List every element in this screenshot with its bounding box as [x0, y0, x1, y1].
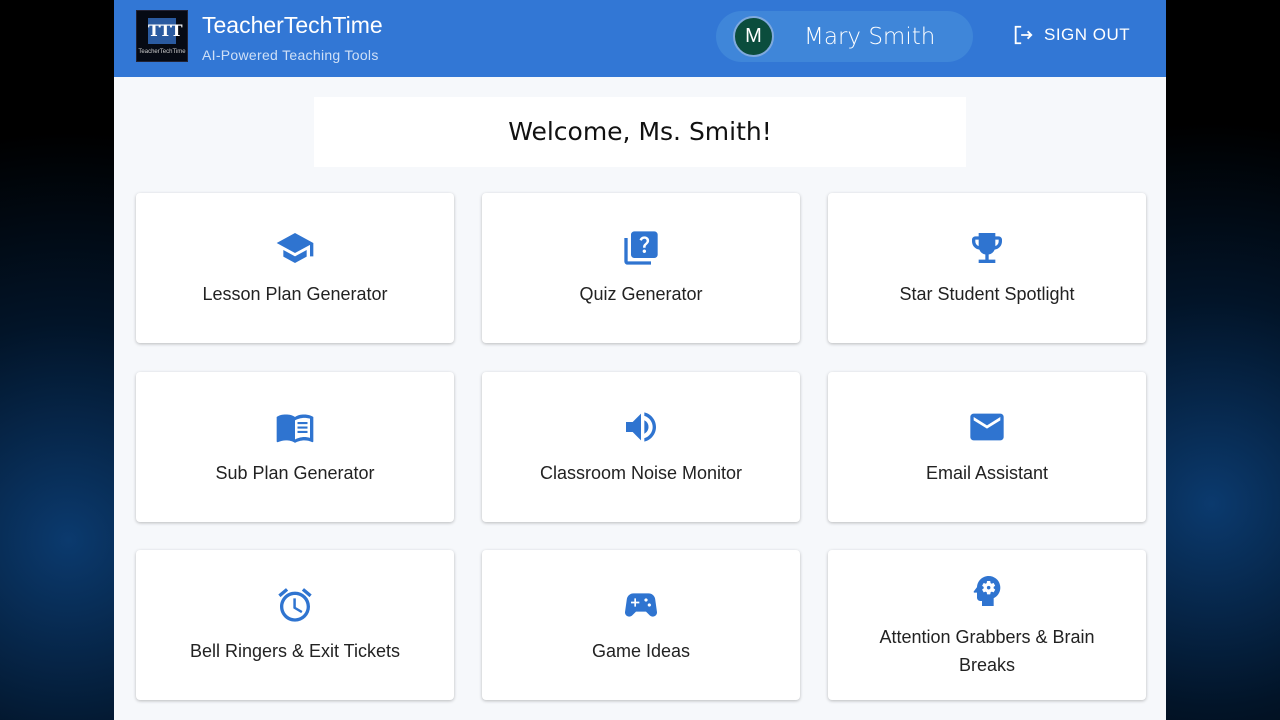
tool-label: Lesson Plan Generator: [202, 284, 388, 304]
volume-icon: [626, 412, 656, 442]
quiz-icon: [624, 231, 658, 265]
user-chip[interactable]: M Mary Smith: [716, 11, 973, 62]
trophy-icon: [972, 233, 1002, 263]
tool-label: Quiz Generator: [579, 284, 703, 304]
sign-out-button[interactable]: SIGN OUT: [1012, 24, 1130, 46]
background-right: [1166, 0, 1280, 720]
tool-label: Game Ideas: [591, 641, 691, 661]
brain-gear-icon: [973, 576, 1001, 606]
email-icon: [970, 413, 1004, 441]
gamepad-icon: [624, 593, 658, 617]
tool-card-attention-grabbers[interactable]: Attention Grabbers & Brain Breaks: [828, 550, 1146, 700]
logo[interactable]: TTT TeacherTechTime: [136, 10, 188, 62]
tool-card-sub-plan[interactable]: Sub Plan Generator: [136, 372, 454, 522]
sign-out-label: SIGN OUT: [1044, 25, 1131, 44]
tool-card-bell-ringers[interactable]: Bell Ringers & Exit Tickets: [136, 550, 454, 700]
background-left: [0, 0, 114, 720]
tool-card-game-ideas[interactable]: Game Ideas: [482, 550, 800, 700]
welcome-banner: Welcome, Ms. Smith!: [314, 97, 966, 167]
app-subtitle: AI-Powered Teaching Tools: [202, 47, 379, 63]
tool-card-noise-monitor[interactable]: Classroom Noise Monitor: [482, 372, 800, 522]
tool-label: Bell Ringers & Exit Tickets: [189, 641, 401, 661]
tool-card-lesson-plan[interactable]: Lesson Plan Generator: [136, 193, 454, 343]
tool-card-email[interactable]: Email Assistant: [828, 372, 1146, 522]
tool-label: Classroom Noise Monitor: [539, 463, 743, 483]
alarm-clock-icon: [278, 588, 312, 622]
logout-icon: [1014, 25, 1033, 45]
app: TTT TeacherTechTime TeacherTechTime AI-Po…: [114, 0, 1166, 720]
tool-label: Email Assistant: [925, 463, 1049, 483]
tool-card-star-student[interactable]: Star Student Spotlight: [828, 193, 1146, 343]
graduation-cap-icon: [276, 233, 314, 263]
tool-label: Sub Plan Generator: [215, 463, 375, 483]
tool-label: Star Student Spotlight: [899, 284, 1075, 304]
user-name: Mary Smith: [804, 24, 936, 50]
header: TTT TeacherTechTime TeacherTechTime AI-Po…: [114, 0, 1166, 77]
book-icon: [276, 414, 314, 443]
tool-label: Attention Grabbers & Brain Breaks: [879, 627, 1095, 675]
tool-card-quiz[interactable]: Quiz Generator: [482, 193, 800, 343]
avatar: M: [733, 16, 774, 57]
app-title: TeacherTechTime: [202, 12, 383, 38]
